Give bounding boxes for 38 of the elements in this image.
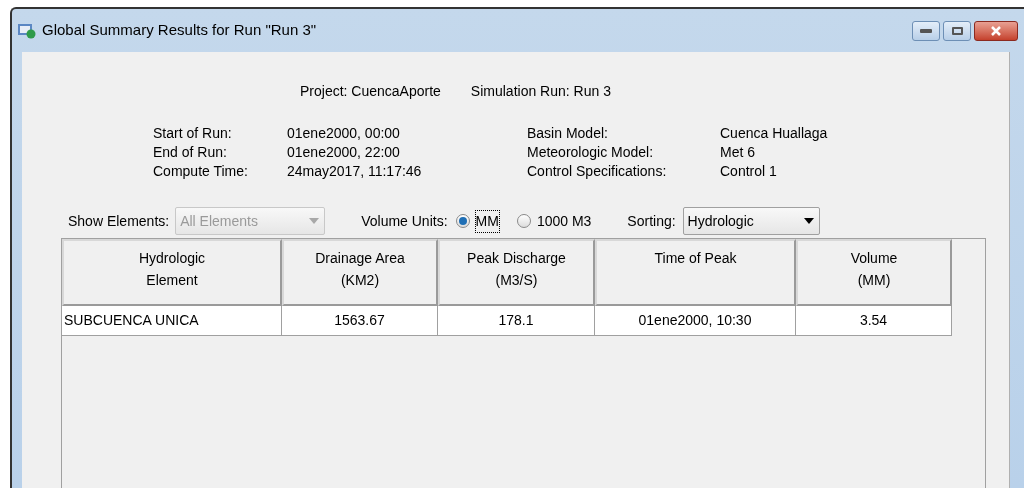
info-label: Compute Time: xyxy=(153,162,249,181)
table-cell: 01ene2000, 10:30 xyxy=(595,306,796,335)
info-label: Start of Run: xyxy=(153,124,233,143)
info-label: Control Specifications: xyxy=(527,162,668,181)
window-title: Global Summary Results for Run "Run 3" xyxy=(42,20,317,41)
table-cell: 178.1 xyxy=(438,306,595,335)
maximize-button[interactable] xyxy=(943,20,971,41)
column-header[interactable]: Hydrologic Element xyxy=(62,239,282,306)
info-value: Met 6 xyxy=(720,143,756,162)
close-icon xyxy=(990,25,1002,36)
caret-icon xyxy=(308,217,321,225)
simulation-run-label: Simulation Run: Run 3 xyxy=(470,82,611,101)
column-header[interactable]: Drainage Area (KM2) xyxy=(282,239,438,306)
sorting-label: Sorting: xyxy=(627,211,676,231)
table-cell: 1563.67 xyxy=(282,306,438,335)
column-header[interactable]: Peak Discharge (M3/S) xyxy=(438,239,595,306)
column-header[interactable]: Time of Peak xyxy=(595,239,796,306)
info-label: Meteorologic Model: xyxy=(527,143,655,162)
info-label: Basin Model: xyxy=(527,124,609,143)
info-value: 01ene2000, 22:00 xyxy=(287,143,401,162)
caret-icon xyxy=(802,217,815,225)
close-button[interactable] xyxy=(974,20,1018,41)
column-header[interactable]: Volume (MM) xyxy=(796,239,952,306)
minimize-button[interactable] xyxy=(912,20,940,41)
show-elements-label: Show Elements: xyxy=(68,211,170,231)
volume-unit-radio[interactable]: MM xyxy=(455,210,499,232)
sorting-dropdown[interactable]: Hydrologic xyxy=(682,207,820,235)
app-icon xyxy=(18,22,36,39)
info-value: Control 1 xyxy=(720,162,778,181)
project-label: Project: CuencaAporte xyxy=(300,82,441,101)
table-cell: SUBCUENCA UNICA xyxy=(62,306,282,335)
volume-units-label: Volume Units: xyxy=(361,211,448,231)
volume-unit-radio[interactable]: 1000 M3 xyxy=(516,210,592,232)
table-cell: 3.54 xyxy=(796,306,952,335)
info-value: Cuenca Huallaga xyxy=(720,124,828,143)
info-value: 01ene2000, 00:00 xyxy=(287,124,401,143)
info-value: 24may2017, 11:17:46 xyxy=(287,162,423,181)
info-label: End of Run: xyxy=(153,143,228,162)
